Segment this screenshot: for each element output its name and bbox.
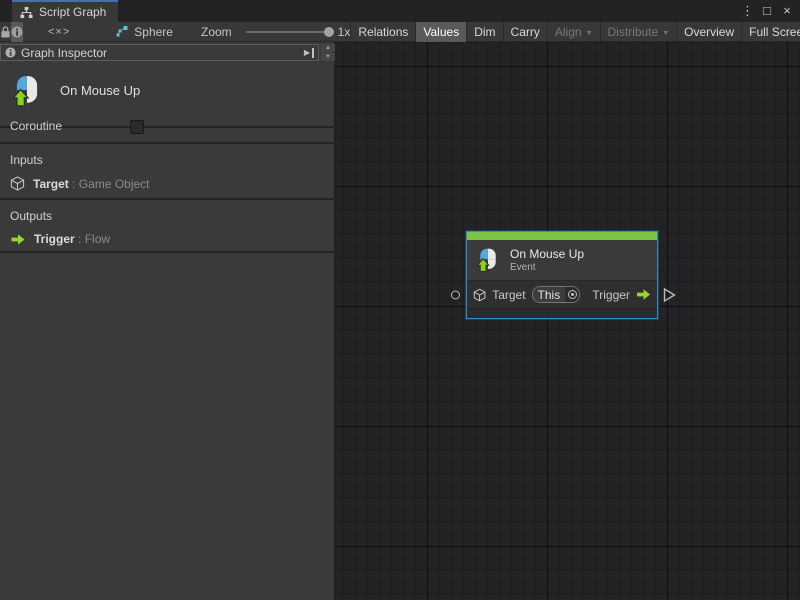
graph-toolbar: <×> Sphere Zoom 1x Relations Values Dim … <box>0 22 800 42</box>
outputs-heading: Outputs <box>10 209 325 223</box>
node-title: On Mouse Up <box>510 247 584 262</box>
info-icon <box>5 47 16 58</box>
flow-output-port[interactable] <box>663 287 676 302</box>
output-port-type: : Flow <box>78 232 110 246</box>
tab-script-graph[interactable]: Script Graph <box>12 0 118 22</box>
on-mouse-up-node[interactable]: On Mouse Up Event Target This <box>466 231 658 319</box>
node-port-row: Target This Trigger <box>467 280 657 308</box>
output-port-row: Trigger : Flow <box>10 232 325 246</box>
dim-button[interactable]: Dim <box>466 22 502 42</box>
scroll-up-icon[interactable]: ▲ <box>321 44 335 52</box>
zoom-control: Zoom 1x <box>201 22 350 41</box>
kebab-menu-icon[interactable]: ⋮ <box>740 4 754 18</box>
graph-inspector-panel: Graph Inspector ▶ ▲ ▼ On Mouse Up Corout… <box>0 42 335 600</box>
close-icon[interactable]: × <box>780 4 794 18</box>
window-controls: ⋮ □ × <box>740 0 800 22</box>
panel-scroll-spinner: ▲ ▼ <box>321 44 335 61</box>
graph-asset-icon <box>115 25 128 38</box>
graph-inspector-header: Graph Inspector ▶ ▲ ▼ <box>0 44 335 61</box>
game-object-cube-icon <box>10 176 25 191</box>
code-preview-button[interactable]: <×> <box>41 22 77 42</box>
inspector-toggle-button[interactable] <box>11 22 23 42</box>
object-picker-button[interactable] <box>565 287 579 302</box>
code-icon: <×> <box>48 26 70 38</box>
zoom-label: Zoom <box>201 25 232 39</box>
fullscreen-button[interactable]: Full Screen <box>741 22 800 42</box>
input-port-type: : Game Object <box>72 177 149 191</box>
graph-owner-reference[interactable]: Sphere <box>115 22 173 41</box>
output-port-name: Trigger <box>34 232 75 246</box>
relations-button[interactable]: Relations <box>350 22 415 42</box>
info-icon <box>11 26 23 38</box>
inputs-section: Inputs Target : Game Object <box>0 144 335 200</box>
values-button[interactable]: Values <box>415 22 466 42</box>
script-graph-window: Script Graph ⋮ □ × <×> <box>0 0 800 600</box>
coroutine-row: Coroutine <box>0 110 335 144</box>
flow-arrow-icon <box>10 233 26 246</box>
graph-canvas[interactable]: On Mouse Up Event Target This <box>335 42 800 600</box>
zoom-slider[interactable] <box>246 31 332 33</box>
script-graph-icon <box>20 6 33 19</box>
control-input-port[interactable] <box>451 290 460 299</box>
dock-panel-icon[interactable]: ▶ <box>304 48 314 58</box>
align-dropdown[interactable]: Align ▼ <box>547 22 600 42</box>
node-header[interactable]: On Mouse Up Event <box>467 240 657 280</box>
node-event-colorbar <box>467 232 657 240</box>
outputs-section: Outputs Trigger : Flow <box>0 200 335 253</box>
tab-label: Script Graph <box>39 5 106 19</box>
unit-title: On Mouse Up <box>60 83 140 98</box>
game-object-cube-icon <box>473 288 486 302</box>
chevron-down-icon: ▼ <box>662 30 669 37</box>
trigger-port-label: Trigger <box>592 288 630 302</box>
carry-button[interactable]: Carry <box>503 22 547 42</box>
target-value: This <box>533 287 566 302</box>
input-port-row: Target : Game Object <box>10 176 325 191</box>
toolbar-right-group: Relations Values Dim Carry Align ▼ Distr… <box>350 22 800 41</box>
node-subtitle: Event <box>510 262 584 274</box>
scroll-down-icon[interactable]: ▼ <box>321 53 335 61</box>
flow-arrow-icon <box>636 288 651 301</box>
target-port-label: Target <box>492 288 525 302</box>
maximize-icon[interactable]: □ <box>760 4 774 18</box>
distribute-dropdown[interactable]: Distribute ▼ <box>600 22 677 42</box>
node-footer <box>467 308 657 318</box>
coroutine-checkbox[interactable] <box>130 120 144 134</box>
zoom-slider-handle[interactable] <box>324 27 334 37</box>
input-port-name: Target <box>33 177 69 191</box>
overview-button[interactable]: Overview <box>676 22 741 42</box>
graph-owner-label: Sphere <box>134 25 173 39</box>
object-picker-icon <box>568 290 577 299</box>
tab-bar: Script Graph ⋮ □ × <box>0 0 800 22</box>
graph-inspector-title: Graph Inspector <box>21 46 299 60</box>
coroutine-label: Coroutine <box>10 119 62 133</box>
lock-icon <box>0 26 11 38</box>
zoom-value: 1x <box>338 25 351 39</box>
on-mouse-up-icon <box>10 74 44 108</box>
lock-button[interactable] <box>0 22 11 42</box>
inputs-heading: Inputs <box>10 153 325 167</box>
chevron-down-icon: ▼ <box>586 30 593 37</box>
target-value-chooser[interactable]: This <box>532 286 581 303</box>
on-mouse-up-icon <box>475 247 501 273</box>
